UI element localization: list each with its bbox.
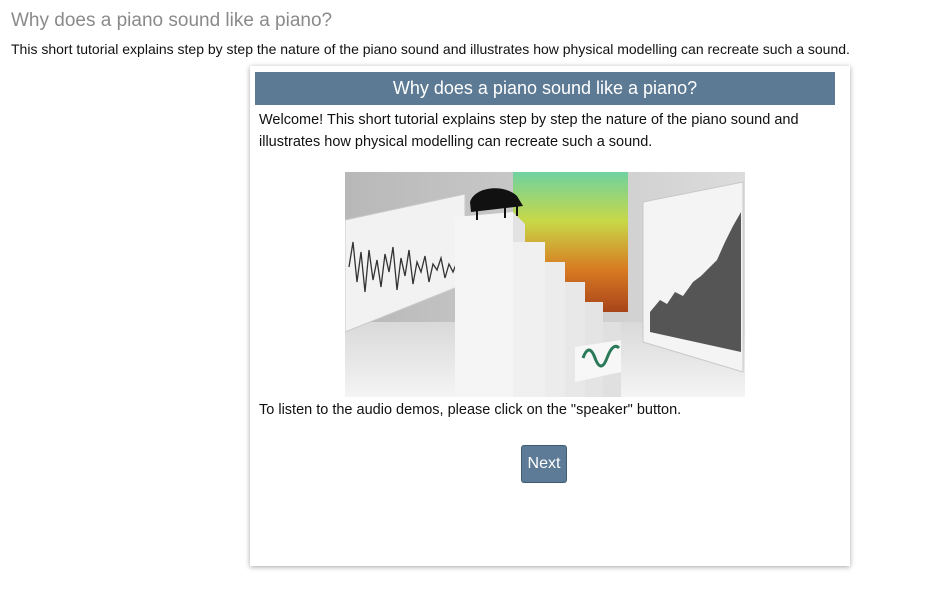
audio-demo-note: To listen to the audio demos, please cli… (259, 402, 682, 418)
piano-illustration (345, 172, 745, 397)
card-header: Why does a piano sound like a piano? (255, 72, 835, 105)
page-title: Why does a piano sound like a piano? (11, 10, 333, 31)
next-button[interactable]: Next (521, 445, 567, 483)
tutorial-card: Why does a piano sound like a piano? Wel… (250, 66, 850, 566)
page-subtitle: This short tutorial explains step by ste… (11, 41, 850, 57)
card-intro-text: Welcome! This short tutorial explains st… (259, 112, 799, 150)
